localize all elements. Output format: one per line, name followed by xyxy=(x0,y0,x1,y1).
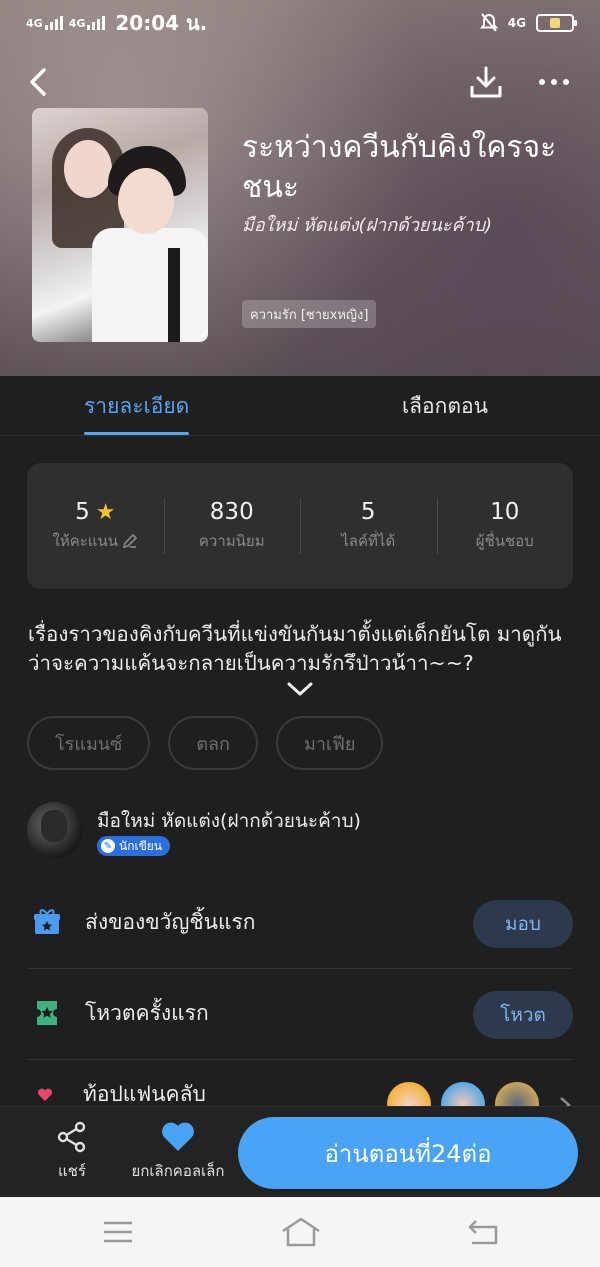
network-label: 4G xyxy=(507,16,526,30)
top-fanclub-row[interactable]: ท้อปแฟนคลับ xyxy=(27,1062,573,1126)
pencil-icon xyxy=(122,533,138,549)
mute-bell-icon xyxy=(479,13,498,32)
popularity-label: ความนิยม xyxy=(198,532,265,550)
book-title: ระหว่างควีนกับคิงใครจะชนะ xyxy=(242,130,557,205)
tag-list: โรแมนซ์ ตลก มาเฟีย xyxy=(27,716,384,770)
tag-comedy[interactable]: ตลก xyxy=(168,716,258,770)
battery-icon xyxy=(536,14,577,32)
gift-icon xyxy=(34,909,60,934)
share-button[interactable]: แชร์ xyxy=(42,1121,102,1185)
tab-bar: รายละเอียด เลือกตอน xyxy=(0,376,600,436)
fans-label: ผู้ชื่นชอบ xyxy=(475,532,534,550)
give-gift-button[interactable]: มอบ xyxy=(473,900,573,948)
stat-popularity: 830 ความนิยม xyxy=(163,496,301,556)
heart-filled-icon xyxy=(162,1122,194,1151)
dot-icon xyxy=(551,79,557,85)
download-button[interactable] xyxy=(466,62,506,102)
expand-synopsis-button[interactable] xyxy=(286,680,314,698)
dot-icon xyxy=(563,79,569,85)
fans-value: 10 xyxy=(490,499,520,525)
tag-romance[interactable]: โรแมนซ์ xyxy=(27,716,151,770)
pen-nib-icon: ✎ xyxy=(101,839,115,853)
stat-fans: 10 ผู้ชื่นชอบ xyxy=(436,496,574,556)
stats-card: 5 ★ ให้คะแนน 830 ความนิยม 5 ไลค์ที่ได้ 10… xyxy=(27,463,573,589)
synopsis-text: เรื่องราวของคิงกับควีนที่แข่งขันกันมาตั้… xyxy=(28,622,562,675)
signal-label: 4G xyxy=(26,17,43,30)
vote-row[interactable]: โหวตครั้งแรก โหวต xyxy=(27,969,573,1060)
signal-label: 4G xyxy=(68,17,86,30)
likes-value: 5 xyxy=(360,499,376,525)
gift-row[interactable]: ส่งของขวัญชิ้นแรก มอบ xyxy=(27,878,573,969)
rating-value: 5 xyxy=(75,499,90,525)
more-options-button[interactable] xyxy=(532,62,576,102)
genre-tag[interactable]: ความรัก [ชายxหญิง] xyxy=(242,300,377,328)
share-label: แชร์ xyxy=(58,1162,86,1180)
stat-likes: 5 ไลค์ที่ได้ xyxy=(300,496,437,556)
tab-episodes[interactable]: เลือกตอน xyxy=(402,376,488,436)
system-navigation-bar xyxy=(0,1197,600,1267)
share-icon xyxy=(57,1121,86,1153)
author-row[interactable]: มือใหม่ หัดแต่ง(ฝากด้วยนะค้าบ) ✎ นักเขีย… xyxy=(27,802,573,862)
back-nav-icon[interactable] xyxy=(466,1215,502,1249)
clock: 20:04 น. xyxy=(115,11,208,35)
vote-label: โหวตครั้งแรก xyxy=(85,1001,209,1025)
book-header: 4G 4G 20:04 น. 4G ระหว่างควีนกับคิงใครจะ… xyxy=(0,0,600,376)
book-cover-image[interactable] xyxy=(32,108,208,342)
bottom-action-bar: แชร์ ยกเลิกคอลเล็ก อ่านตอนที่24ต่อ xyxy=(0,1106,600,1197)
popularity-value: 830 xyxy=(209,499,254,525)
author-name[interactable]: มือใหม่ หัดแต่ง(ฝากด้วยนะค้าบ) xyxy=(97,806,361,836)
stat-rating[interactable]: 5 ★ ให้คะแนน xyxy=(27,496,164,556)
author-avatar[interactable] xyxy=(27,802,83,858)
chevron-left-icon xyxy=(30,68,46,96)
continue-reading-button[interactable]: อ่านตอนที่24ต่อ xyxy=(238,1117,578,1189)
gift-label: ส่งของขวัญชิ้นแรก xyxy=(85,910,256,934)
likes-label: ไลค์ที่ได้ xyxy=(341,532,396,550)
download-icon xyxy=(470,66,502,98)
dot-icon xyxy=(539,79,545,85)
home-icon[interactable] xyxy=(280,1215,322,1249)
uncollect-label: ยกเลิกคอลเล็ก xyxy=(131,1162,225,1180)
signal-icon: 4G xyxy=(69,16,106,30)
star-icon: ★ xyxy=(95,499,116,525)
uncollect-button[interactable]: ยกเลิกคอลเล็ก xyxy=(118,1121,238,1185)
vote-ticket-icon xyxy=(37,1001,57,1025)
tab-details[interactable]: รายละเอียด xyxy=(84,376,190,436)
heart-icon xyxy=(37,1088,53,1101)
menu-icon[interactable] xyxy=(100,1215,136,1249)
tag-mafia[interactable]: มาเฟีย xyxy=(275,716,384,770)
rating-label: ให้คะแนน xyxy=(52,532,118,550)
status-bar: 4G 4G 20:04 น. 4G xyxy=(0,0,600,46)
signal-icon: 4G xyxy=(26,16,63,30)
writer-badge: ✎ นักเขียน xyxy=(97,836,171,856)
back-button[interactable] xyxy=(20,64,56,100)
vote-button[interactable]: โหวต xyxy=(473,991,573,1039)
chevron-down-icon xyxy=(287,682,313,696)
book-author[interactable]: มือใหม่ หัดแต่ง(ฝากด้วยนะค้าบ) xyxy=(242,210,492,239)
writer-badge-label: นักเขียน xyxy=(119,838,163,853)
